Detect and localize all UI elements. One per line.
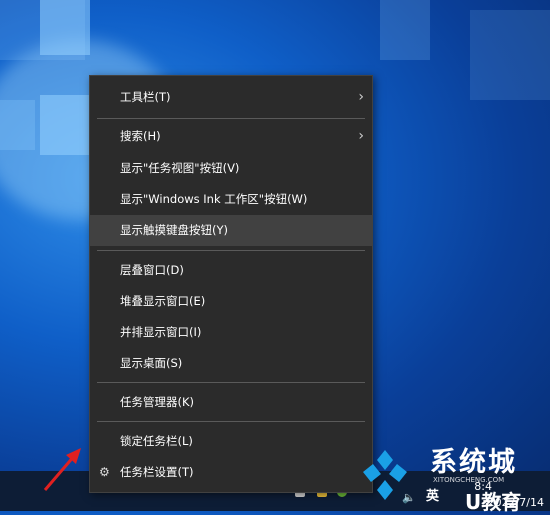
menu-item-label: 层叠窗口(D) <box>120 263 184 277</box>
red-arrow-annotation <box>43 448 81 491</box>
menu-item-show-touch-keyboard[interactable]: 显示触摸键盘按钮(Y) <box>90 215 372 246</box>
taskbar-context-menu: 工具栏(T) › 搜索(H) › 显示"任务视图"按钮(V) 显示"Window… <box>89 75 373 493</box>
menu-separator <box>97 118 365 119</box>
menu-item-label: 任务栏设置(T) <box>120 465 194 479</box>
menu-item-search[interactable]: 搜索(H) › <box>90 121 372 152</box>
menu-item-cascade[interactable]: 层叠窗口(D) <box>90 255 372 286</box>
menu-separator <box>97 250 365 251</box>
watermark-title: 系统城 <box>430 447 517 478</box>
gear-icon: ⚙ <box>99 465 110 479</box>
chevron-right-icon: › <box>358 89 364 105</box>
chevron-right-icon: › <box>358 128 364 144</box>
menu-item-show-task-view[interactable]: 显示"任务视图"按钮(V) <box>90 153 372 184</box>
menu-item-taskbar-settings[interactable]: ⚙ 任务栏设置(T) <box>90 457 372 488</box>
site-watermark: 系统城 XITONGCHENG.COM U教育 <box>355 438 550 514</box>
menu-item-show-windows-ink[interactable]: 显示"Windows Ink 工作区"按钮(W) <box>90 184 372 215</box>
menu-item-label: 显示桌面(S) <box>120 356 183 370</box>
menu-item-label: 显示触摸键盘按钮(Y) <box>120 223 228 237</box>
menu-item-label: 显示"任务视图"按钮(V) <box>120 161 240 175</box>
menu-item-task-manager[interactable]: 任务管理器(K) <box>90 387 372 418</box>
watermark-logo-icon <box>363 450 407 500</box>
menu-item-stack[interactable]: 堆叠显示窗口(E) <box>90 286 372 317</box>
menu-item-label: 显示"Windows Ink 工作区"按钮(W) <box>120 192 308 206</box>
menu-item-label: 任务管理器(K) <box>120 395 195 409</box>
menu-item-label: 搜索(H) <box>120 129 161 143</box>
menu-item-label: 工具栏(T) <box>120 90 171 104</box>
menu-item-show-desktop[interactable]: 显示桌面(S) <box>90 348 372 379</box>
menu-separator <box>97 421 365 422</box>
menu-item-toolbars[interactable]: 工具栏(T) › <box>90 82 372 113</box>
menu-item-label: 堆叠显示窗口(E) <box>120 294 206 308</box>
menu-item-label: 并排显示窗口(I) <box>120 325 202 339</box>
watermark-url: XITONGCHENG.COM <box>433 476 505 484</box>
menu-separator <box>97 382 365 383</box>
menu-item-side-by-side[interactable]: 并排显示窗口(I) <box>90 317 372 348</box>
menu-item-label: 锁定任务栏(L) <box>120 434 193 448</box>
menu-item-lock-taskbar[interactable]: 锁定任务栏(L) <box>90 426 372 457</box>
